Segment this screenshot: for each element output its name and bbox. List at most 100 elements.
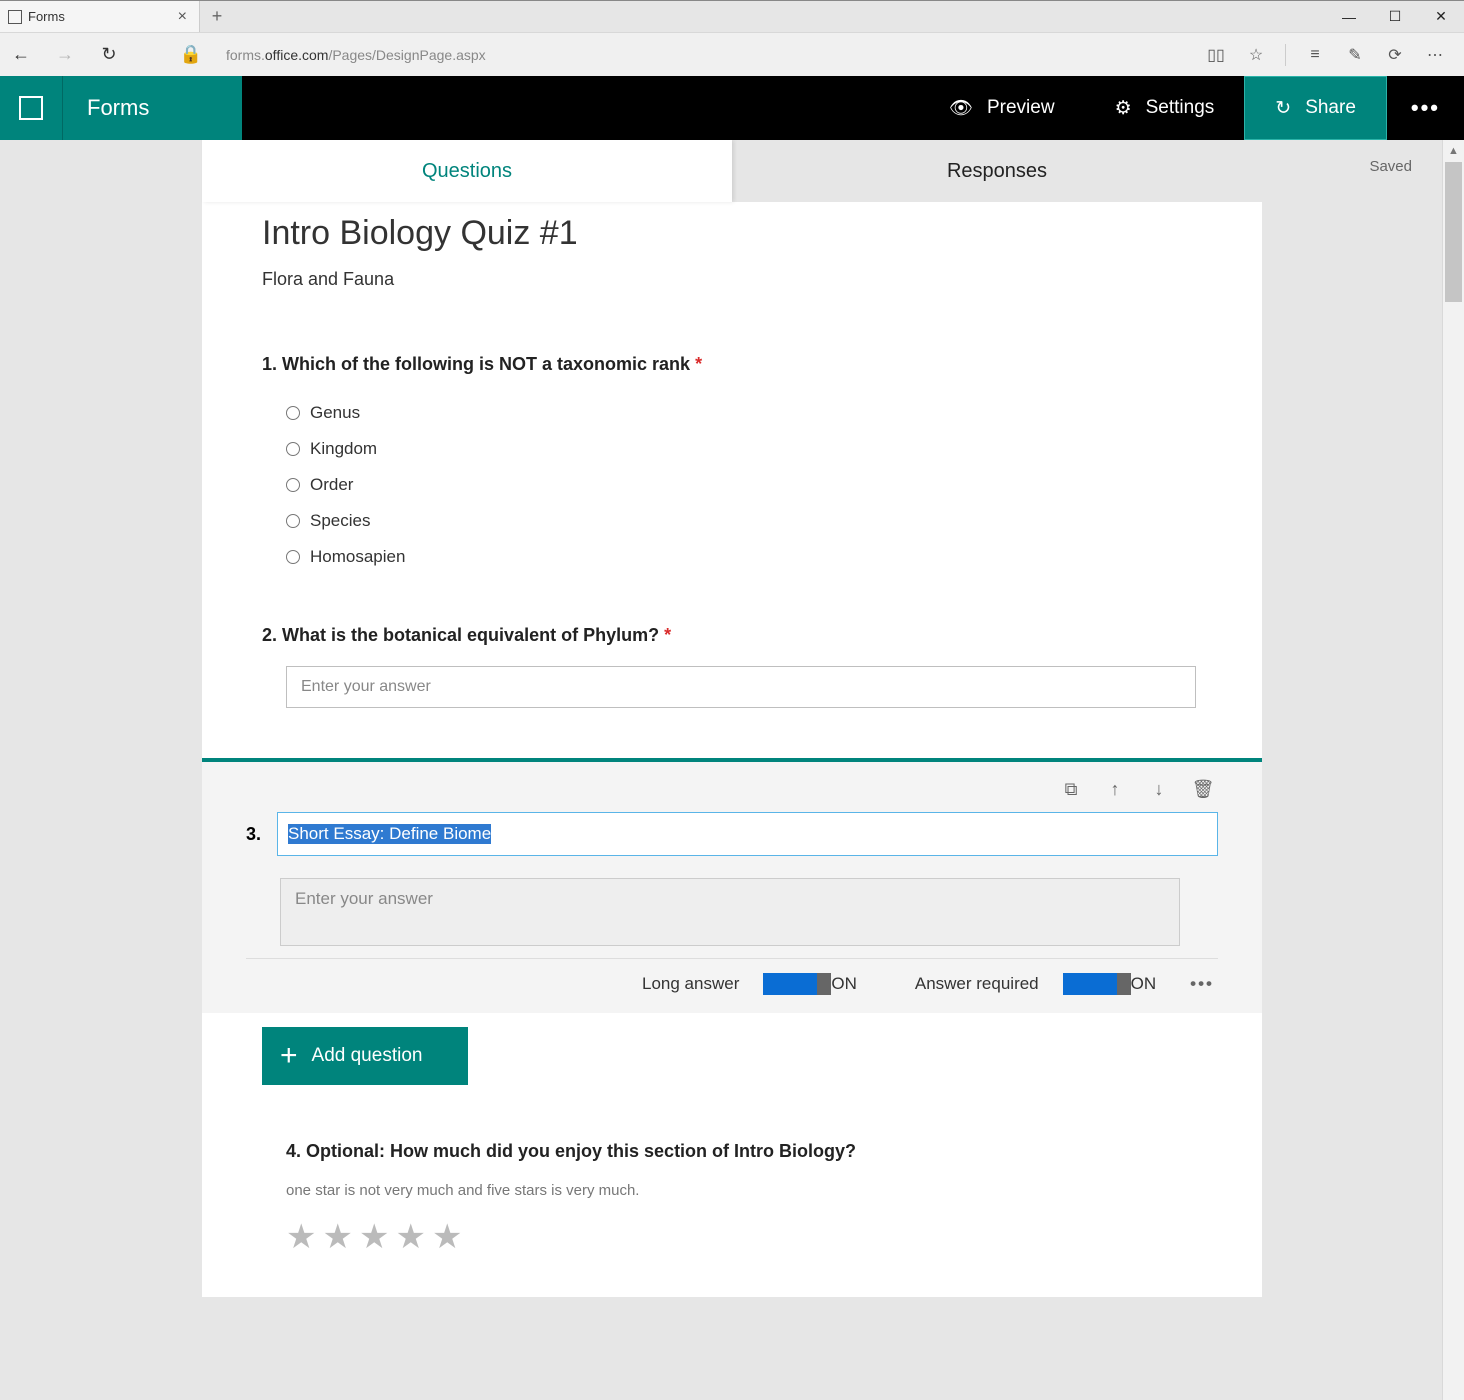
star-icon[interactable]: ★: [286, 1217, 316, 1257]
q3-options-row: Long answer ON Answer required ON •••: [246, 958, 1218, 995]
radio-icon: [286, 442, 300, 456]
content-area: Saved Questions Responses Intro Biology …: [0, 140, 1464, 1400]
form-tabs: Questions Responses: [202, 140, 1262, 202]
plus-icon: +: [280, 1041, 298, 1071]
tab-title: Forms: [28, 9, 65, 24]
notes-icon[interactable]: ✎: [1344, 44, 1366, 66]
long-answer-label: Long answer: [642, 974, 739, 994]
settings-label: Settings: [1146, 97, 1215, 119]
question-2[interactable]: 2. What is the botanical equivalent of P…: [262, 625, 1202, 708]
star-icon[interactable]: ★: [322, 1217, 352, 1257]
q3-answer-input[interactable]: Enter your answer: [280, 878, 1180, 946]
minimize-button[interactable]: —: [1326, 1, 1372, 32]
app-bar: Forms 👁 Preview ⚙ Settings ↻ Share •••: [0, 76, 1464, 140]
q3-question-input[interactable]: Short Essay: Define Biome: [277, 812, 1218, 856]
form-body: Intro Biology Quiz #1 Flora and Fauna 1.…: [202, 202, 1262, 1297]
tab-close-button[interactable]: ×: [174, 9, 191, 25]
required-label: Answer required: [915, 974, 1039, 994]
rating-stars[interactable]: ★ ★ ★ ★ ★: [286, 1217, 1202, 1257]
eye-icon: 👁: [949, 96, 973, 120]
tab-favicon: [8, 10, 22, 24]
q1-option-1[interactable]: Genus: [262, 395, 1202, 431]
url-host: office.com: [265, 47, 329, 63]
form-title[interactable]: Intro Biology Quiz #1: [262, 202, 1202, 253]
add-question-label: Add question: [312, 1045, 423, 1067]
scroll-thumb[interactable]: [1445, 162, 1462, 302]
add-question-button[interactable]: + Add question: [262, 1027, 468, 1085]
long-answer-toggle[interactable]: [763, 973, 817, 995]
gear-icon: ⚙: [1115, 97, 1132, 120]
share-loop-icon: ↻: [1275, 97, 1291, 120]
preview-button[interactable]: 👁 Preview: [919, 76, 1085, 140]
question-1[interactable]: 1. Which of the following is NOT a taxon…: [262, 354, 1202, 575]
required-asterisk: *: [695, 354, 702, 374]
preview-label: Preview: [987, 97, 1055, 119]
browser-titlebar: Forms × + — ☐ ✕: [0, 0, 1464, 32]
favorite-icon[interactable]: ☆: [1245, 44, 1267, 66]
q1-option-2[interactable]: Kingdom: [262, 431, 1202, 467]
copy-icon[interactable]: ⧉: [1060, 778, 1082, 800]
star-icon[interactable]: ★: [395, 1217, 425, 1257]
q1-text: 1. Which of the following is NOT a taxon…: [262, 354, 1202, 375]
reading-view-icon[interactable]: ▯▯: [1205, 44, 1227, 66]
q1-option-3[interactable]: Order: [262, 467, 1202, 503]
tab-responses[interactable]: Responses: [732, 140, 1262, 202]
url-prefix: forms.: [226, 47, 265, 63]
maximize-button[interactable]: ☐: [1372, 1, 1418, 32]
question-3-editor: ⧉ ↑ ↓ 🗑 3. Short Essay: Define Biome Ent…: [202, 758, 1262, 1013]
star-icon[interactable]: ★: [359, 1217, 389, 1257]
share-icon[interactable]: ⟳: [1384, 44, 1406, 66]
url-path: /Pages/DesignPage.aspx: [328, 47, 485, 63]
q2-answer-input[interactable]: Enter your answer: [286, 666, 1196, 708]
q1-option-5[interactable]: Homosapien: [262, 539, 1202, 575]
app-more-button[interactable]: •••: [1387, 76, 1464, 140]
q4-subtitle: one star is not very much and five stars…: [286, 1182, 1202, 1199]
scroll-up-icon[interactable]: ▲: [1443, 140, 1464, 162]
required-asterisk: *: [664, 625, 671, 645]
browser-more-icon[interactable]: ⋯: [1424, 44, 1446, 66]
office-logo[interactable]: [0, 76, 62, 140]
radio-icon: [286, 406, 300, 420]
radio-icon: [286, 514, 300, 528]
tab-questions[interactable]: Questions: [202, 140, 732, 202]
form-page: Questions Responses Intro Biology Quiz #…: [202, 140, 1262, 1400]
required-toggle[interactable]: [1063, 973, 1117, 995]
refresh-button[interactable]: ↻: [96, 44, 122, 65]
scrollbar[interactable]: ▲: [1442, 140, 1464, 1400]
address-bar: ← → ↻ 🔒 forms.office.com/Pages/DesignPag…: [0, 32, 1464, 76]
form-description[interactable]: Flora and Fauna: [262, 269, 1202, 290]
window-controls: — ☐ ✕: [1326, 1, 1464, 32]
new-tab-button[interactable]: +: [200, 1, 234, 32]
q3-number: 3.: [246, 824, 261, 845]
required-state: ON: [1131, 974, 1157, 994]
move-down-icon[interactable]: ↓: [1148, 778, 1170, 800]
q1-option-4[interactable]: Species: [262, 503, 1202, 539]
q3-toolbar: ⧉ ↑ ↓ 🗑: [246, 778, 1218, 812]
close-window-button[interactable]: ✕: [1418, 1, 1464, 32]
long-answer-state: ON: [831, 974, 857, 994]
saved-status: Saved: [1369, 158, 1412, 175]
app-title: Forms: [62, 76, 242, 140]
share-button[interactable]: ↻ Share: [1244, 76, 1387, 140]
q4-text: 4. Optional: How much did you enjoy this…: [286, 1141, 1202, 1162]
delete-icon[interactable]: 🗑: [1192, 778, 1214, 800]
lock-icon: 🔒: [178, 44, 204, 65]
radio-icon: [286, 550, 300, 564]
share-label: Share: [1305, 97, 1356, 119]
url-box[interactable]: forms.office.com/Pages/DesignPage.aspx: [222, 47, 1177, 63]
hub-icon[interactable]: ≡: [1304, 44, 1326, 66]
q3-more-icon[interactable]: •••: [1190, 974, 1214, 994]
browser-right-controls: ▯▯ ☆ ≡ ✎ ⟳ ⋯: [1205, 44, 1446, 66]
browser-tab[interactable]: Forms ×: [0, 1, 200, 32]
q3-edit-row: 3. Short Essay: Define Biome: [246, 812, 1218, 856]
q2-text: 2. What is the botanical equivalent of P…: [262, 625, 1202, 646]
q3-selected-text: Short Essay: Define Biome: [288, 824, 491, 844]
back-button[interactable]: ←: [8, 44, 34, 65]
star-icon[interactable]: ★: [432, 1217, 462, 1257]
move-up-icon[interactable]: ↑: [1104, 778, 1126, 800]
forward-button[interactable]: →: [52, 44, 78, 65]
radio-icon: [286, 478, 300, 492]
separator: [1285, 44, 1286, 66]
settings-button[interactable]: ⚙ Settings: [1085, 76, 1245, 140]
question-4[interactable]: 4. Optional: How much did you enjoy this…: [286, 1141, 1202, 1257]
